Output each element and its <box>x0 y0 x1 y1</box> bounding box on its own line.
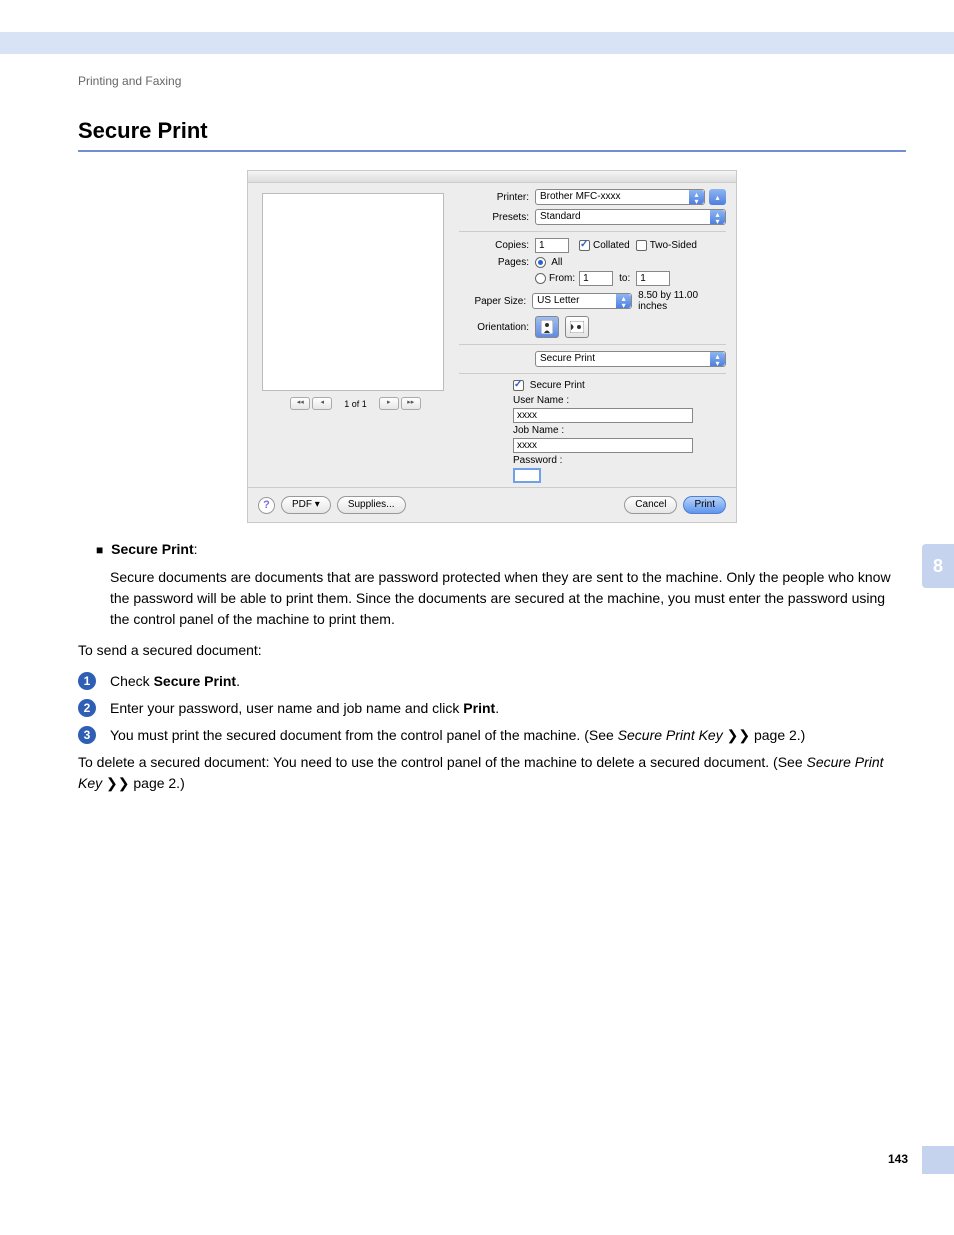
printer-label: Printer: <box>459 192 535 203</box>
user-name-input[interactable]: xxxx <box>513 408 693 423</box>
pages-from-radio[interactable] <box>535 273 546 284</box>
cancel-button[interactable]: Cancel <box>624 496 677 514</box>
user-name-label: User Name : <box>513 395 726 406</box>
pages-to-input[interactable]: 1 <box>636 271 670 286</box>
top-color-band <box>0 0 954 54</box>
step3-text-a: You must print the secured document from… <box>110 727 618 743</box>
password-input[interactable] <box>513 468 541 483</box>
pages-from-input[interactable]: 1 <box>579 271 613 286</box>
running-header: Printing and Faxing <box>78 74 906 88</box>
job-name-input[interactable]: xxxx <box>513 438 693 453</box>
select-arrows-icon: ▴▾ <box>616 294 631 308</box>
options-pane-select[interactable]: Secure Print ▴▾ <box>535 351 726 367</box>
bullet-colon: : <box>194 541 198 557</box>
portrait-person-icon <box>541 320 553 334</box>
paper-size-select[interactable]: US Letter ▴▾ <box>532 293 632 309</box>
password-label: Password : <box>513 455 726 466</box>
step2-text-c: . <box>495 700 499 716</box>
presets-select[interactable]: Standard ▴▾ <box>535 209 726 225</box>
divider <box>459 231 726 232</box>
step1-bold: Secure Print <box>154 673 236 689</box>
step-badge-1: 1 <box>78 672 96 690</box>
divider <box>459 373 726 374</box>
page-content: Printing and Faxing Secure Print ◂◂ ◂ 1 … <box>0 54 954 1174</box>
collated-label: Collated <box>593 240 630 251</box>
print-dialog-screenshot: ◂◂ ◂ 1 of 1 ▸ ▸▸ Printer: Brother MFC-xx… <box>247 170 737 523</box>
step2-text-a: Enter your password, user name and job n… <box>110 700 463 716</box>
dialog-titlebar <box>248 171 736 183</box>
step-1: 1 Check Secure Print. <box>78 671 906 692</box>
select-arrows-icon: ▴▾ <box>689 190 704 204</box>
divider <box>459 344 726 345</box>
paper-size-value: US Letter <box>537 295 579 306</box>
delete-paragraph: To delete a secured document: You need t… <box>78 752 906 794</box>
page-number: 143 <box>888 1152 908 1166</box>
step-badge-3: 3 <box>78 726 96 744</box>
help-button[interactable]: ? <box>258 497 275 514</box>
paper-size-label: Paper Size: <box>459 296 532 307</box>
preview-nav: ◂◂ ◂ 1 of 1 ▸ ▸▸ <box>258 397 453 410</box>
select-arrows-icon: ▴▾ <box>710 210 725 224</box>
step1-text-a: Check <box>110 673 154 689</box>
two-sided-checkbox[interactable] <box>636 240 647 251</box>
page-position-label: 1 of 1 <box>344 399 367 409</box>
pages-label: Pages: <box>459 257 535 268</box>
presets-label: Presets: <box>459 212 535 223</box>
secure-print-checkbox[interactable] <box>513 380 524 391</box>
description-paragraph: Secure documents are documents that are … <box>110 567 906 630</box>
job-name-label: Job Name : <box>513 425 726 436</box>
pdf-menu-button[interactable]: PDF ▾ <box>281 496 331 514</box>
presets-select-value: Standard <box>540 211 581 222</box>
collated-checkbox[interactable] <box>579 240 590 251</box>
page-number-bar <box>922 1146 954 1174</box>
step1-text-c: . <box>236 673 240 689</box>
step3-italic: Secure Print Key <box>618 727 723 743</box>
landscape-person-icon <box>570 321 584 333</box>
copies-label: Copies: <box>459 240 535 251</box>
printer-select[interactable]: Brother MFC-xxxx ▴▾ <box>535 189 705 205</box>
orientation-portrait-button[interactable] <box>535 316 559 338</box>
title-rule <box>78 150 906 152</box>
section-title: Secure Print <box>78 118 906 144</box>
printer-info-button[interactable]: ▴ <box>709 189 726 205</box>
copies-input[interactable]: 1 <box>535 238 569 253</box>
print-button[interactable]: Print <box>683 496 726 514</box>
next-page-button[interactable]: ▸ <box>379 397 399 410</box>
step-badge-2: 2 <box>78 699 96 717</box>
last-page-button[interactable]: ▸▸ <box>401 397 421 410</box>
pages-from-label: From: <box>549 273 575 284</box>
two-sided-label: Two-Sided <box>650 240 697 251</box>
options-pane-value: Secure Print <box>540 353 595 364</box>
step2-bold: Print <box>463 700 495 716</box>
orientation-label: Orientation: <box>459 322 535 333</box>
step3-text-c: ❯❯ page 2.) <box>723 727 806 743</box>
step-3: 3 You must print the secured document fr… <box>78 725 906 746</box>
delete-text-a: To delete a secured document: You need t… <box>78 754 807 770</box>
select-arrows-icon: ▴▾ <box>710 352 725 366</box>
send-intro: To send a secured document: <box>78 640 906 661</box>
bullet-title: Secure Print <box>111 541 193 557</box>
square-bullet-icon: ■ <box>96 543 103 557</box>
pages-to-label: to: <box>619 273 630 284</box>
paper-dimensions-label: 8.50 by 11.00 inches <box>638 290 726 312</box>
secure-print-check-label: Secure Print <box>530 380 585 391</box>
first-page-button[interactable]: ◂◂ <box>290 397 310 410</box>
print-preview-area <box>262 193 444 391</box>
step-2: 2 Enter your password, user name and job… <box>78 698 906 719</box>
pages-all-radio[interactable] <box>535 257 546 268</box>
delete-text-c: ❯❯ page 2.) <box>102 775 185 791</box>
printer-select-value: Brother MFC-xxxx <box>540 191 621 202</box>
pages-all-label: All <box>551 257 562 268</box>
prev-page-button[interactable]: ◂ <box>312 397 332 410</box>
bullet-section: ■ Secure Print: <box>96 541 906 557</box>
supplies-button[interactable]: Supplies... <box>337 496 406 514</box>
chapter-tab: 8 <box>922 544 954 588</box>
orientation-landscape-button[interactable] <box>565 316 589 338</box>
